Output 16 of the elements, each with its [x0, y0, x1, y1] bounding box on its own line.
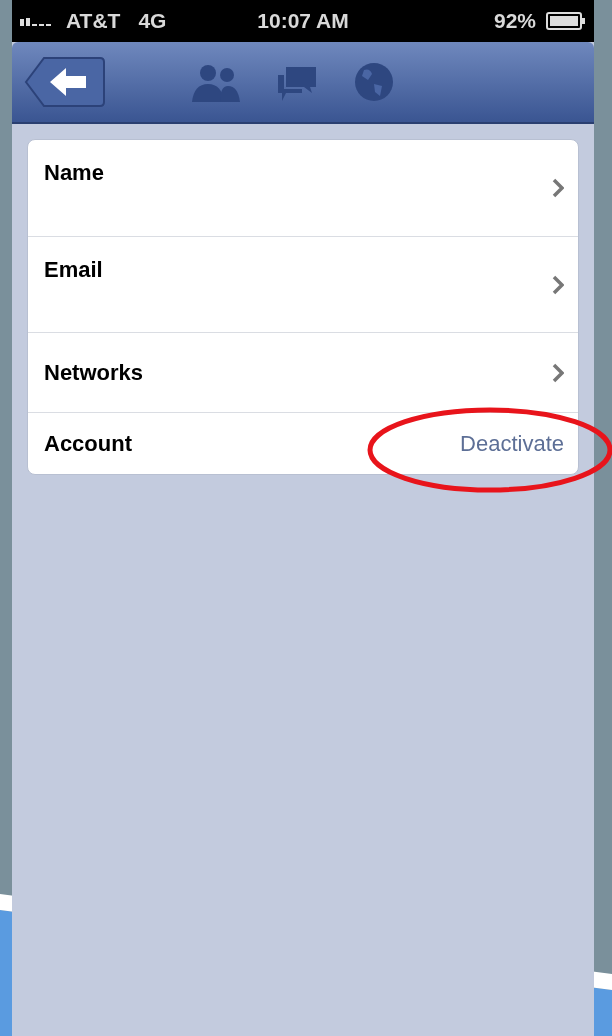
friends-icon[interactable]: [192, 62, 240, 102]
time-text: 10:07 AM: [257, 9, 349, 33]
carrier-text: AT&T: [66, 9, 121, 33]
chevron-icon[interactable]: [552, 178, 564, 198]
chevron-icon[interactable]: [552, 362, 564, 383]
back-button[interactable]: [24, 56, 106, 108]
row-label: Name: [44, 160, 104, 186]
battery-text: 92%: [493, 9, 536, 33]
deactivate-link[interactable]: Deactivate: [460, 430, 564, 457]
row-label: Email: [44, 257, 103, 283]
chevron-icon[interactable]: [552, 274, 564, 295]
network-text: 4G: [138, 9, 167, 33]
globe-icon[interactable]: [354, 62, 394, 102]
row-label: Account: [44, 430, 132, 457]
row-label: Networks: [44, 359, 144, 386]
battery-icon: [546, 12, 586, 30]
